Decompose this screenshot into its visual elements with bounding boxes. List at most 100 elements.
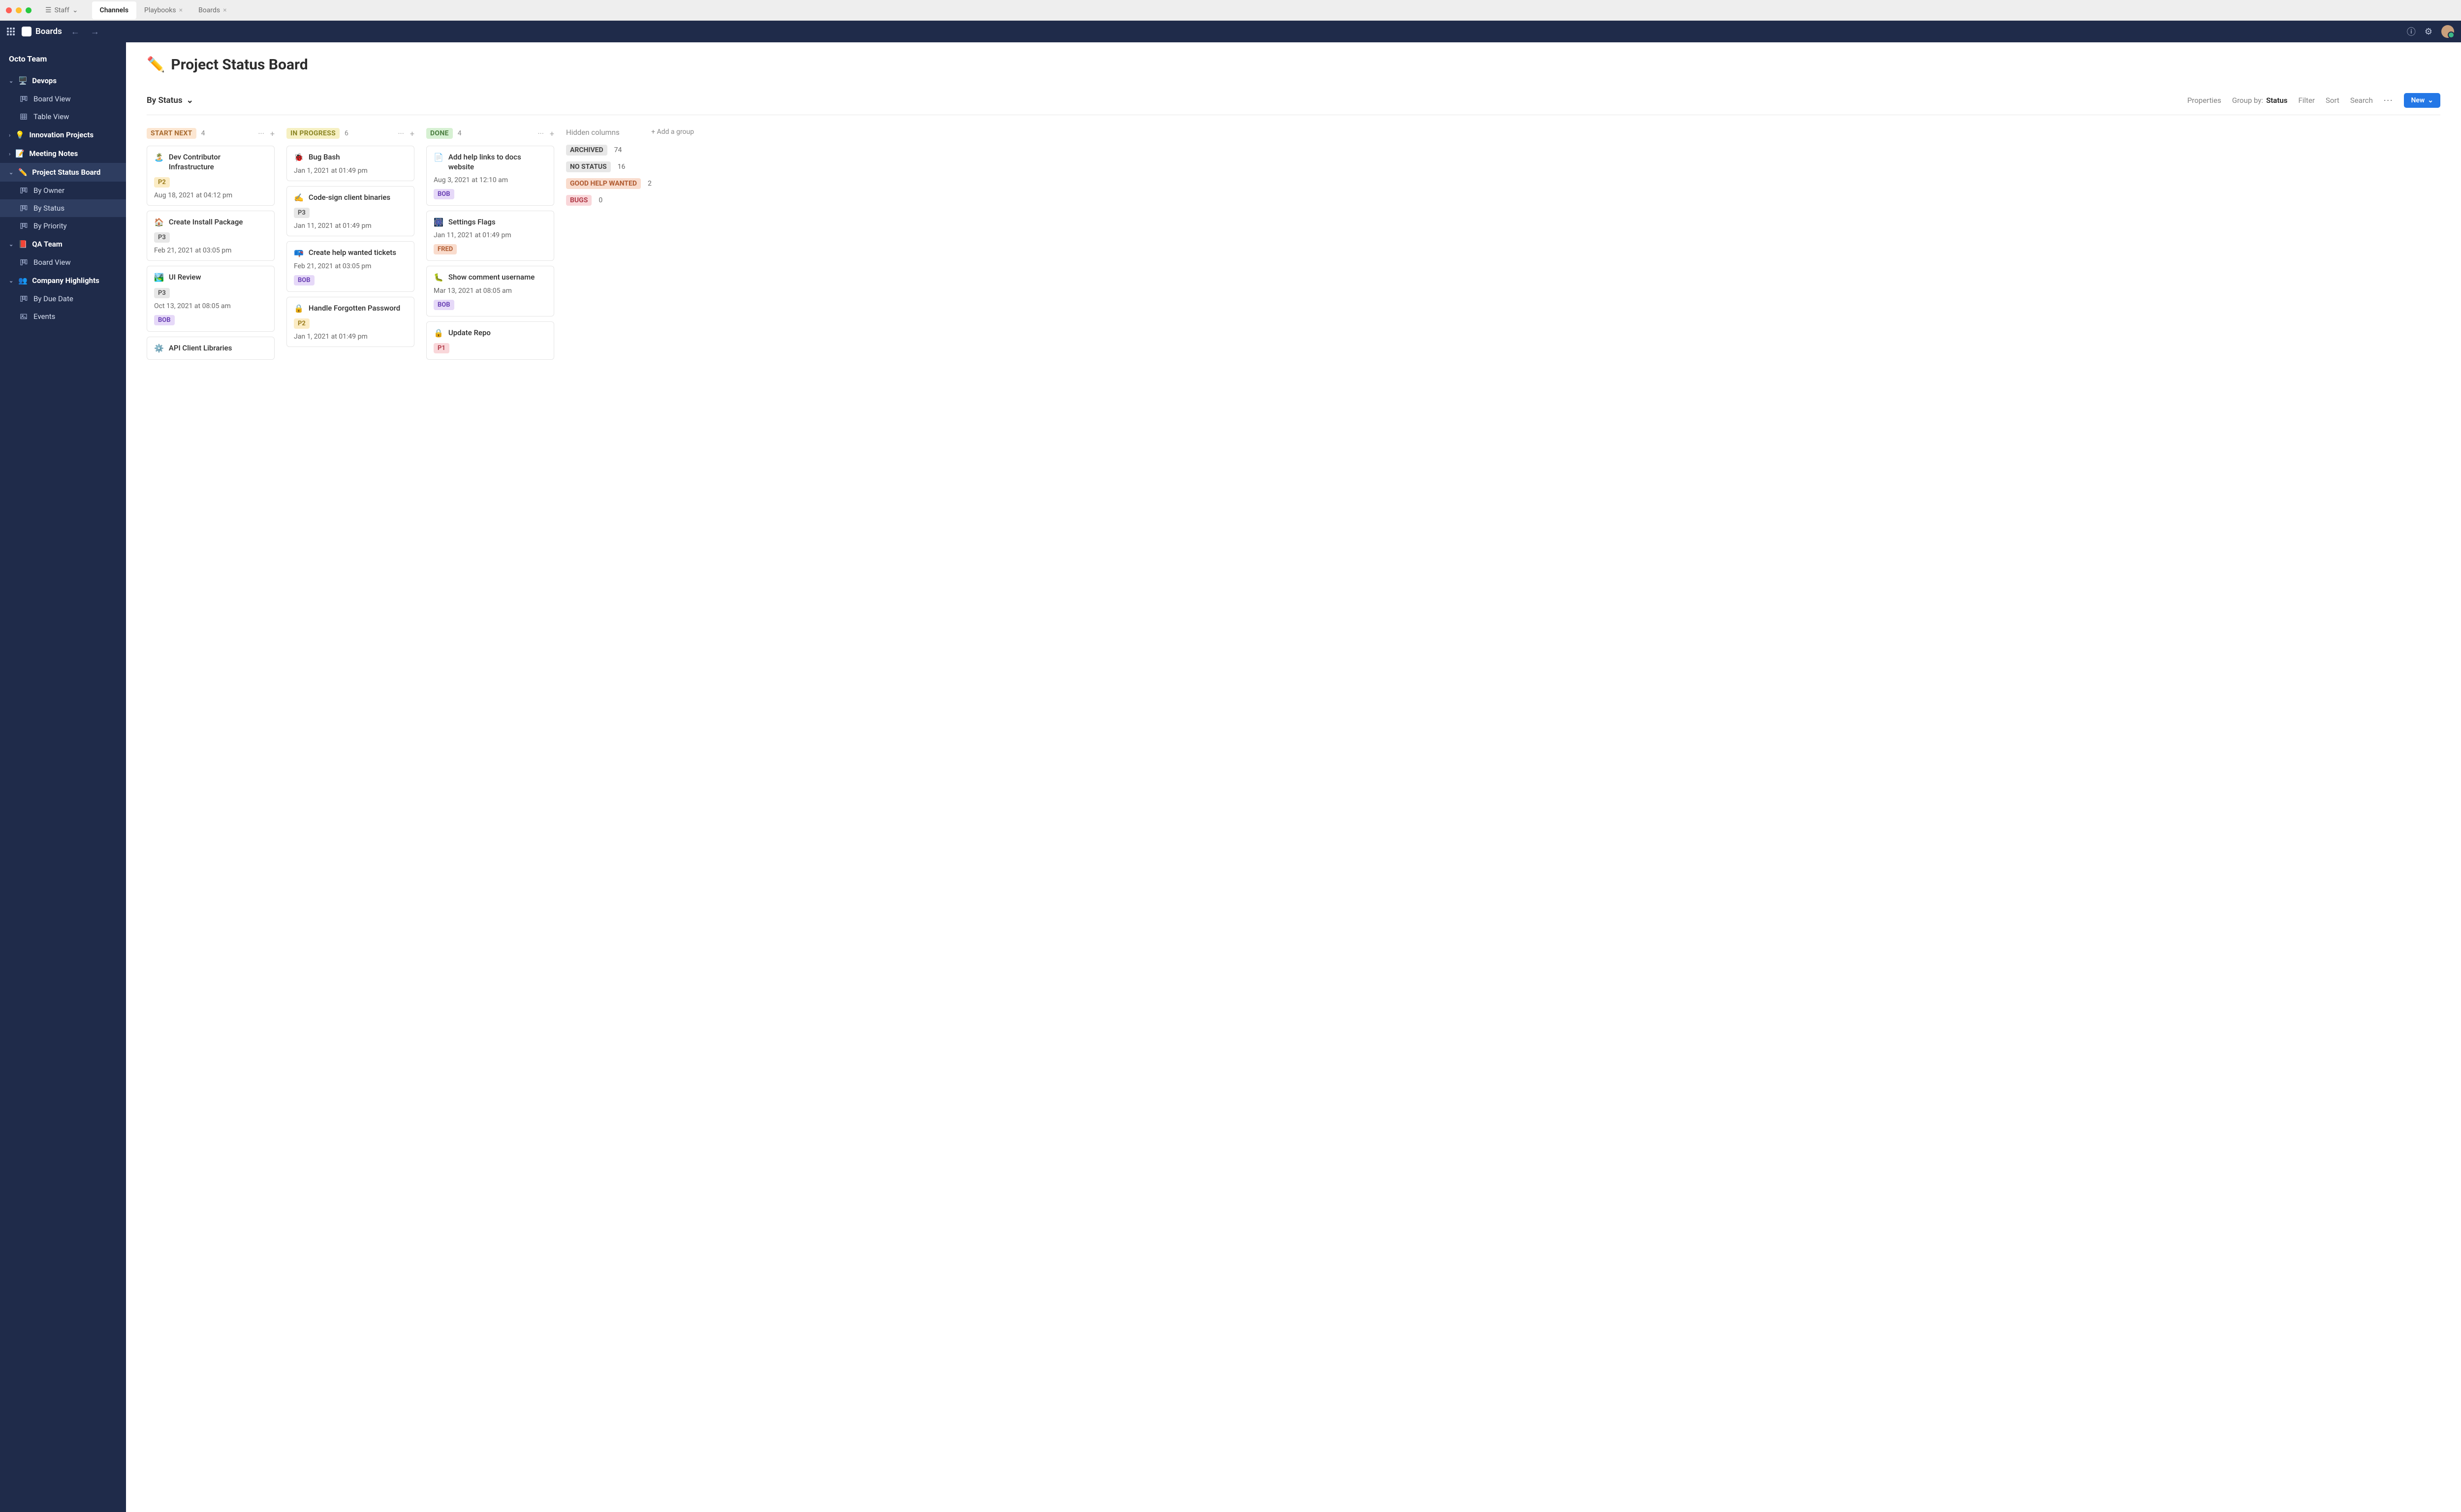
- column-count: 6: [345, 129, 348, 137]
- card-title: API Client Libraries: [169, 343, 232, 353]
- app-tab[interactable]: Playbooks×: [136, 1, 190, 19]
- view-name-text: By Status: [147, 95, 183, 105]
- sidebar-section-header[interactable]: ›📝Meeting Notes: [0, 144, 126, 163]
- more-options-icon[interactable]: ···: [258, 129, 264, 138]
- hidden-column-row[interactable]: GOOD HELP WANTED2: [566, 178, 694, 189]
- nav-bar: Boards ← → ⓘ ⚙: [0, 21, 2461, 42]
- hidden-column-label: ARCHIVED: [566, 145, 607, 156]
- board-view-icon: [20, 295, 28, 303]
- new-button-label: New: [2411, 96, 2425, 104]
- hidden-column-row[interactable]: NO STATUS16: [566, 161, 694, 172]
- kanban-card[interactable]: ✍️ Code-sign client binaries P3 Jan 11, 202…: [286, 186, 414, 237]
- apps-grid-icon[interactable]: [7, 28, 15, 35]
- nav-forward-icon[interactable]: →: [89, 27, 101, 37]
- minimize-window-icon[interactable]: [16, 7, 22, 13]
- card-title: Code-sign client binaries: [309, 192, 390, 202]
- avatar[interactable]: [2441, 25, 2454, 38]
- sidebar-item[interactable]: Board View: [0, 253, 126, 271]
- group-by-selector[interactable]: Group by: Status: [2232, 96, 2288, 105]
- close-icon[interactable]: ×: [223, 6, 226, 14]
- more-options-icon[interactable]: ···: [2384, 96, 2394, 105]
- card-date: Jan 1, 2021 at 01:49 pm: [294, 333, 407, 341]
- maximize-window-icon[interactable]: [26, 7, 32, 13]
- add-group-button[interactable]: + Add a group: [651, 128, 694, 137]
- section-emoji-icon: 💡: [15, 130, 24, 139]
- new-button[interactable]: New ⌄: [2404, 93, 2440, 108]
- column-title[interactable]: IN PROGRESS: [286, 128, 340, 139]
- sort-button[interactable]: Sort: [2326, 96, 2339, 105]
- sidebar-section-header[interactable]: ⌄📕QA Team: [0, 235, 126, 253]
- priority-badge: P3: [154, 288, 170, 298]
- sidebar-section-header[interactable]: ⌄✏️Project Status Board: [0, 163, 126, 182]
- kanban-card[interactable]: 🔒Update RepoP1: [426, 321, 554, 360]
- card-emoji-icon: 🏠: [154, 217, 164, 228]
- sidebar-item[interactable]: By Status: [0, 199, 126, 217]
- priority-badge: P2: [294, 318, 310, 329]
- card-date: Jan 11, 2021 at 01:49 pm: [294, 222, 407, 230]
- gear-icon[interactable]: ⚙: [2425, 27, 2432, 37]
- hidden-column-row[interactable]: ARCHIVED74: [566, 145, 694, 156]
- card-title: Create help wanted tickets: [309, 248, 396, 257]
- search-button[interactable]: Search: [2350, 96, 2373, 105]
- kanban-board: START NEXT4···+🏝️Dev Contributor Infrast…: [147, 128, 2440, 365]
- sidebar-item[interactable]: By Due Date: [0, 290, 126, 308]
- kanban-card[interactable]: ⚙️API Client Libraries: [147, 337, 275, 360]
- priority-badge: P3: [294, 208, 310, 218]
- sidebar-item[interactable]: Board View: [0, 90, 126, 108]
- close-window-icon[interactable]: [6, 7, 12, 13]
- add-card-icon[interactable]: +: [550, 129, 554, 138]
- kanban-card[interactable]: 🏝️Dev Contributor InfrastructureP2Aug 18…: [147, 146, 275, 206]
- sidebar-item-label: By Status: [33, 204, 64, 213]
- column-title[interactable]: START NEXT: [147, 128, 196, 139]
- sidebar-section-header[interactable]: ⌄🖥️Devops: [0, 71, 126, 90]
- kanban-card[interactable]: 📪Create help wanted ticketsFeb 21, 2021 …: [286, 241, 414, 292]
- brand[interactable]: Boards: [22, 27, 62, 36]
- staff-dropdown[interactable]: ☰ Staff ⌄: [40, 4, 83, 16]
- hidden-column-row[interactable]: BUGS0: [566, 195, 694, 206]
- more-options-icon[interactable]: ···: [537, 129, 544, 138]
- kanban-card[interactable]: 🎆Settings FlagsJan 11, 2021 at 01:49 pmF…: [426, 211, 554, 261]
- close-icon[interactable]: ×: [179, 6, 183, 14]
- app-tab[interactable]: Channels: [92, 1, 137, 19]
- nav-back-icon[interactable]: ←: [69, 27, 82, 37]
- assignee-badge: BOB: [154, 315, 175, 325]
- board-view-icon: [20, 95, 28, 103]
- sidebar-section-header[interactable]: ⌄👥Company Highlights: [0, 271, 126, 290]
- kanban-card[interactable]: 🔒Handle Forgotten PasswordP2Jan 1, 2021 …: [286, 297, 414, 347]
- kanban-card[interactable]: 🐛Show comment usernameMar 13, 2021 at 08…: [426, 266, 554, 316]
- column-title[interactable]: DONE: [426, 128, 453, 139]
- add-card-icon[interactable]: +: [410, 129, 414, 138]
- view-selector[interactable]: By Status ⌄: [147, 95, 193, 105]
- kanban-card[interactable]: 🏞️UI ReviewP3Oct 13, 2021 at 08:05 amBOB: [147, 266, 275, 332]
- column-header: IN PROGRESS 6 ··· +: [286, 128, 414, 139]
- filter-button[interactable]: Filter: [2298, 96, 2315, 105]
- priority-badge: P3: [154, 232, 170, 243]
- sidebar-item[interactable]: Table View: [0, 108, 126, 126]
- app-tab[interactable]: Boards×: [190, 1, 235, 19]
- kanban-column: DONE4···+📄Add help links to docs website…: [426, 128, 554, 365]
- sidebar-item[interactable]: Events: [0, 308, 126, 325]
- sidebar-item-label: By Owner: [33, 186, 64, 195]
- section-emoji-icon: 📕: [18, 240, 27, 249]
- more-options-icon[interactable]: ···: [398, 129, 404, 138]
- properties-button[interactable]: Properties: [2187, 96, 2221, 105]
- page-emoji: ✏️: [147, 56, 165, 73]
- help-icon[interactable]: ⓘ: [2407, 25, 2416, 38]
- kanban-card[interactable]: 🏠Create Install PackageP3Feb 21, 2021 at…: [147, 211, 275, 261]
- team-name[interactable]: Octo Team: [0, 50, 126, 71]
- card-title: Update Repo: [448, 328, 491, 338]
- card-date: Oct 13, 2021 at 08:05 am: [154, 302, 267, 310]
- sidebar-item[interactable]: By Priority: [0, 217, 126, 235]
- group-by-value: Status: [2266, 96, 2287, 105]
- kanban-card[interactable]: 📄Add help links to docs websiteAug 3, 20…: [426, 146, 554, 206]
- group-by-label: Group by:: [2232, 96, 2263, 105]
- hidden-column-label: BUGS: [566, 195, 592, 206]
- kanban-card[interactable]: 🐞Bug BashJan 1, 2021 at 01:49 pm: [286, 146, 414, 181]
- sidebar-section-header[interactable]: ›💡Innovation Projects: [0, 126, 126, 144]
- card-title: Handle Forgotten Password: [309, 303, 400, 313]
- sidebar-item-label: Board View: [33, 94, 71, 103]
- add-card-icon[interactable]: +: [270, 129, 275, 138]
- card-emoji-icon: ✍️: [294, 192, 304, 203]
- chevron-right-icon: ›: [9, 151, 10, 157]
- sidebar-item[interactable]: By Owner: [0, 182, 126, 199]
